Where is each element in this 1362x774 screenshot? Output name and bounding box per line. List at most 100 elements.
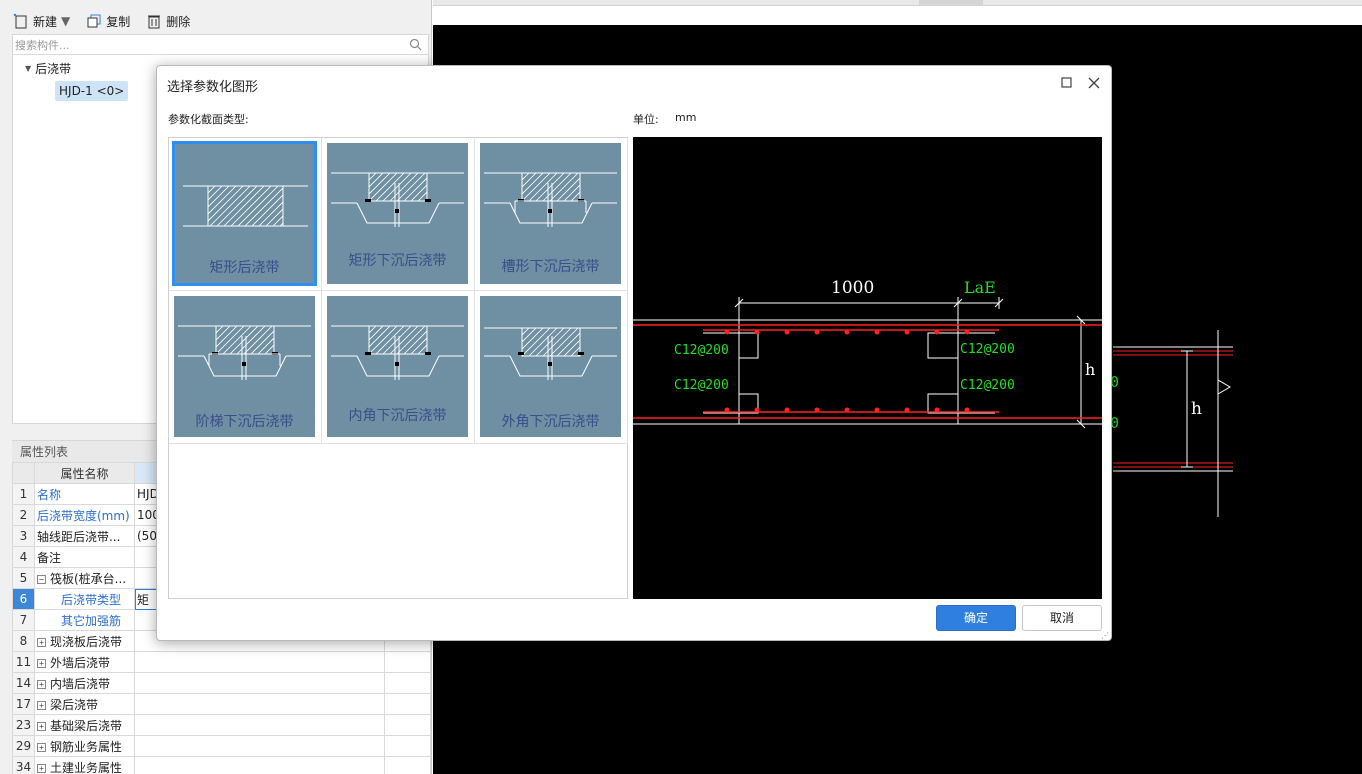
ok-button[interactable]: 确定 <box>936 605 1016 631</box>
rebar-label-bottom-right: C12@200 <box>960 378 1015 393</box>
property-row[interactable]: 14 + 内墙后浇带 <box>12 672 431 694</box>
property-value[interactable] <box>134 735 385 757</box>
new-button-label: 新建 <box>33 14 58 29</box>
property-name: + 土建业务属性 <box>34 756 135 774</box>
property-extra <box>384 672 431 694</box>
shape-option-groove[interactable]: 槽形下沉后浇带 <box>475 138 628 291</box>
shape-option-step[interactable]: 阶梯下沉后浇带 <box>169 291 322 444</box>
property-name-text: 筏板(桩承台... <box>50 571 127 586</box>
row-index: 14 <box>12 672 35 694</box>
property-name-text: 基础梁后浇带 <box>50 718 123 733</box>
trash-icon <box>148 15 161 29</box>
expand-icon[interactable]: + <box>37 658 46 668</box>
cancel-button[interactable]: 取消 <box>1022 605 1102 631</box>
expand-icon[interactable]: + <box>37 721 46 731</box>
maximize-icon[interactable] <box>1060 76 1074 90</box>
property-extra <box>384 735 431 757</box>
property-value[interactable] <box>134 693 385 715</box>
shape-option-inner[interactable]: 内角下沉后浇带 <box>322 291 475 444</box>
shape-option-rect-sunk[interactable]: 矩形下沉后浇带 <box>322 138 475 291</box>
copy-button[interactable]: 复制 <box>83 10 133 32</box>
delete-button[interactable]: 删除 <box>143 10 193 32</box>
unit-label: 单位: <box>633 113 659 126</box>
property-name-text: 备注 <box>37 550 62 565</box>
select-parametric-shape-dialog: 选择参数化图形 参数化截面类型: 单位: mm 矩形后浇带 矩形下沉后浇带 槽形下沉… <box>156 65 1112 641</box>
dialog-title: 选择参数化图形 <box>167 80 259 95</box>
row-index: 23 <box>12 714 35 736</box>
shape-thumbnail: 槽形下沉后浇带 <box>480 143 621 284</box>
property-name: 备注 <box>34 546 135 568</box>
shape-thumbnail: 外角下沉后浇带 <box>480 296 621 437</box>
property-name-text: 轴线距后浇带... <box>37 529 121 544</box>
property-name: + 内墙后浇带 <box>34 672 135 694</box>
property-name: + 钢筋业务属性 <box>34 735 135 757</box>
row-index: 1 <box>12 483 35 505</box>
row-index: 34 <box>12 756 35 774</box>
copy-icon <box>87 14 101 28</box>
component-toolbar: 新建 ▼ 复制 删除 <box>10 8 430 34</box>
property-name-text: 土建业务属性 <box>50 760 123 774</box>
shape-option-outer[interactable]: 外角下沉后浇带 <box>475 291 628 444</box>
section-type-label: 参数化截面类型: <box>168 113 249 126</box>
shape-thumbnail: 矩形下沉后浇带 <box>327 143 468 284</box>
canvas-h-label: h <box>1191 399 1202 419</box>
property-value[interactable] <box>134 756 385 774</box>
expand-icon[interactable]: + <box>37 763 46 773</box>
property-name: + 梁后浇带 <box>34 693 135 715</box>
row-index: 3 <box>12 525 35 547</box>
shape-option-rect[interactable]: 矩形后浇带 <box>169 138 322 291</box>
tree-node-post-pour-strip[interactable]: ▼ 后浇带 <box>25 59 71 77</box>
property-row[interactable]: 23 + 基础梁后浇带 <box>12 714 431 736</box>
row-index: 7 <box>12 609 35 631</box>
delete-button-label: 删除 <box>166 14 191 29</box>
shape-caption: 槽形下沉后浇带 <box>501 259 600 275</box>
property-value[interactable] <box>134 672 385 694</box>
copy-button-label: 复制 <box>106 14 131 29</box>
preview-drawing: 1000 LaE C12@200 C12@200 C12@200 C12@200… <box>633 278 1102 429</box>
property-name: + 基础梁后浇带 <box>34 714 135 736</box>
search-input[interactable] <box>15 37 405 53</box>
shape-caption: 矩形下沉后浇带 <box>348 253 447 269</box>
property-name-text: 其它加强筋 <box>61 613 122 628</box>
unit-value: mm <box>675 111 697 124</box>
shape-caption: 阶梯下沉后浇带 <box>195 414 294 430</box>
new-file-icon <box>13 13 27 29</box>
expand-icon[interactable]: + <box>37 700 46 710</box>
property-value[interactable] <box>134 714 385 736</box>
caret-down-icon[interactable]: ▼ <box>25 64 31 73</box>
property-row[interactable]: 17 + 梁后浇带 <box>12 693 431 715</box>
property-row[interactable]: 34 + 土建业务属性 <box>12 756 431 774</box>
width-dimension-label: 1000 <box>831 278 874 298</box>
property-value[interactable] <box>134 651 385 673</box>
property-row[interactable]: 11 + 外墙后浇带 <box>12 651 431 673</box>
rebar-label-bottom-left: C12@200 <box>674 378 729 393</box>
tree-node-hjd-1[interactable]: HJD-1 <0> <box>55 81 129 101</box>
close-icon[interactable] <box>1087 76 1101 90</box>
expand-icon[interactable]: + <box>37 637 46 647</box>
property-name: 其它加强筋 <box>34 609 135 631</box>
expand-icon[interactable]: + <box>37 742 46 752</box>
row-index: 6 <box>12 588 35 610</box>
canvas-header-band <box>433 6 1362 25</box>
property-name-text: 钢筋业务属性 <box>50 739 123 754</box>
property-name-text: 后浇带类型 <box>61 592 122 607</box>
chevron-down-icon[interactable]: ▼ <box>61 14 70 28</box>
row-index: 8 <box>12 630 35 652</box>
search-box <box>13 35 428 55</box>
property-name-text: 梁后浇带 <box>50 697 99 712</box>
property-extra <box>384 714 431 736</box>
row-index: 29 <box>12 735 35 757</box>
resize-grip-icon[interactable]: ⋰ <box>1101 631 1109 640</box>
collapse-icon[interactable]: − <box>37 574 46 584</box>
property-name-text: 名称 <box>37 487 62 502</box>
column-header-index <box>12 462 35 484</box>
property-name: 轴线距后浇带... <box>34 525 135 547</box>
property-row[interactable]: 29 + 钢筋业务属性 <box>12 735 431 757</box>
rebar-label-top-left: C12@200 <box>674 343 729 358</box>
expand-icon[interactable]: + <box>37 679 46 689</box>
property-name-text: 内墙后浇带 <box>50 676 111 691</box>
new-button[interactable]: 新建 ▼ <box>10 10 73 32</box>
search-icon[interactable] <box>409 38 422 51</box>
property-name: 名称 <box>34 483 135 505</box>
shape-grid: 矩形后浇带 矩形下沉后浇带 槽形下沉后浇带阶梯下沉后浇带 内角下沉后浇带 外角下沉后浇带 <box>168 137 628 599</box>
